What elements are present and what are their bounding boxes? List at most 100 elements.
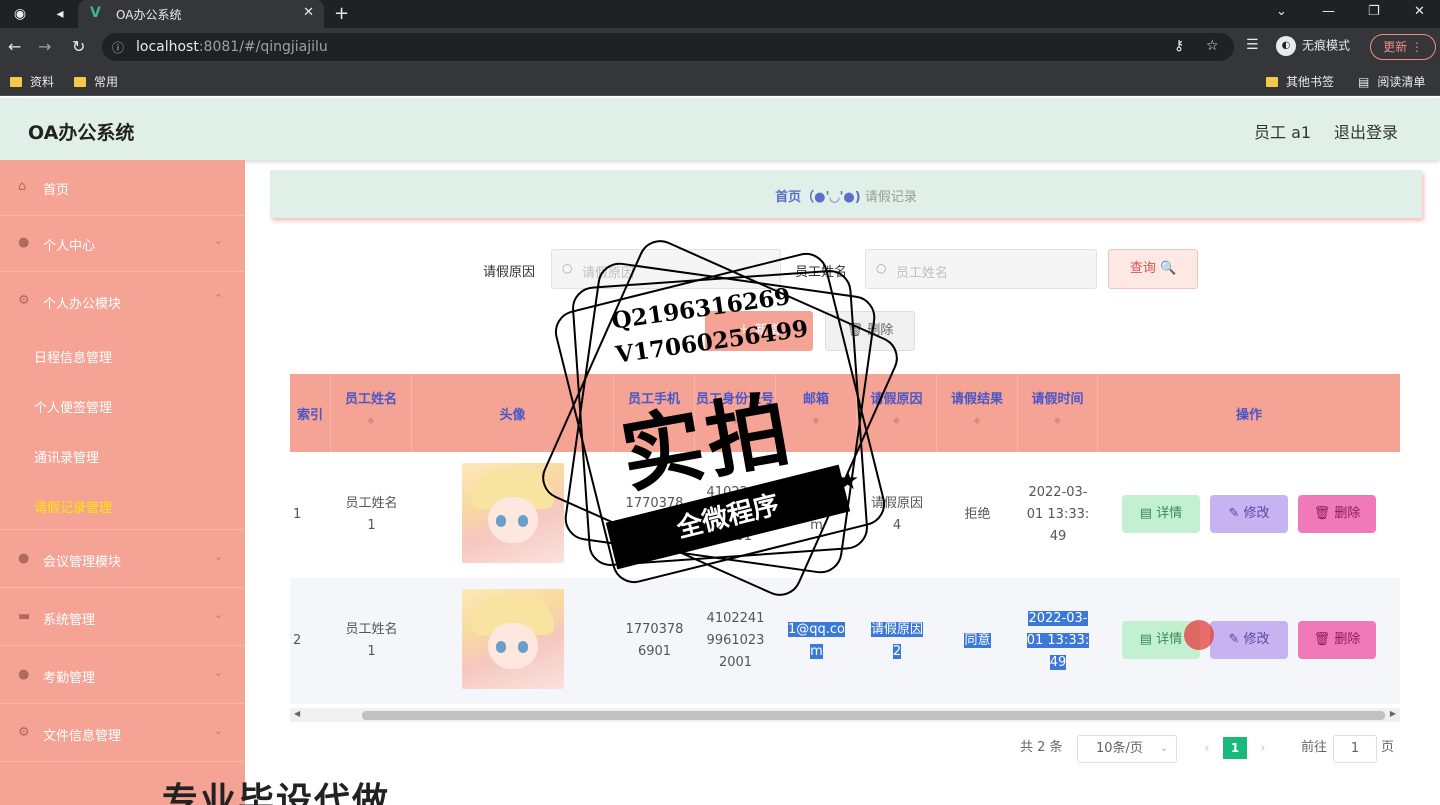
bookmark-folder[interactable]: 常用 [74, 73, 118, 90]
page-size-select[interactable]: 10条/页 ⌄ [1077, 735, 1177, 763]
reason-label: 请假原因 [483, 265, 536, 280]
sidebar-item-label: 个人中心 [43, 239, 96, 254]
incognito-icon: ◐ [1276, 36, 1296, 56]
bottom-banner: 专业毕设代做 [162, 781, 391, 805]
reason-placeholder: 请假原因 [582, 266, 635, 281]
vue-logo-icon: V [90, 5, 101, 21]
column-header[interactable]: 员工姓名 ◆ [331, 374, 412, 452]
cell-avatar [412, 578, 614, 704]
sidebar-subitem-schedule[interactable]: 日程信息管理 [0, 330, 245, 380]
url-text: localhost:8081/#/qingjiajilu [136, 39, 328, 55]
settings-icon: ⚙ [18, 725, 30, 740]
column-header: 操作 [1235, 408, 1262, 423]
column-header[interactable]: 头像 [412, 374, 614, 452]
close-window-icon[interactable]: ✕ [1414, 4, 1425, 19]
cell-time: 2022-03-01 13:33:49 [1026, 485, 1090, 544]
sidebar-item-office-module[interactable]: ⚙ 个人办公模块 ⌃ [0, 274, 245, 330]
page-suffix: 页 [1381, 740, 1395, 755]
sidebar-item-files[interactable]: ⚙ 文件信息管理 ⌄ [0, 706, 245, 762]
audio-icon[interactable]: ◂ [48, 3, 72, 25]
minimize-icon[interactable]: — [1322, 4, 1335, 19]
cell-result: 拒绝 [964, 507, 991, 522]
bookmarks-bar: 资料 常用 其他书签 ▤ 阅读清单 [0, 66, 1440, 96]
sidebar-item-attendance[interactable]: ● 考勤管理 ⌄ [0, 648, 245, 704]
main-content: 请假原因 ○ 请假原因 员工姓名 ○ 员工姓名 查询 🔍 ＋ 新增 🗑 删除 索… [285, 233, 1421, 778]
horizontal-scrollbar[interactable]: ◀ ▶ [290, 708, 1400, 722]
reason-search-input[interactable]: ○ 请假原因 [551, 249, 781, 289]
page-number[interactable]: 1 [1223, 737, 1247, 759]
cell-avatar [412, 452, 614, 578]
cell-email: 1@qq.com [787, 496, 845, 533]
sidebar-subitem-leave-records[interactable]: 请假记录管理 [0, 480, 245, 530]
sidebar-subitem-notes[interactable]: 个人便签管理 [0, 380, 245, 430]
column-header[interactable]: 请假时间 ◆ [1018, 374, 1098, 452]
delete-button[interactable]: 🗑 删除 [1298, 621, 1376, 659]
back-icon[interactable]: ← [8, 37, 21, 56]
reading-list[interactable]: ▤ 阅读清单 [1358, 73, 1425, 90]
update-button[interactable]: 更新 ⋮ [1370, 34, 1436, 60]
sidebar-item-meeting-module[interactable]: ● 会议管理模块 ⌄ [0, 532, 245, 588]
batch-delete-button[interactable]: 🗑 删除 [825, 311, 915, 351]
cell-result: 同意 [964, 633, 991, 648]
bookmark-folder[interactable]: 资料 [10, 73, 54, 90]
sidebar-item-home[interactable]: ⌂ 首页 [0, 160, 245, 216]
scroll-left-icon[interactable]: ◀ [294, 709, 300, 718]
browser-tab[interactable]: V OA办公系统 ✕ [78, 0, 324, 28]
cell-idcard: 410224199610232001 [706, 485, 765, 544]
delete-button[interactable]: 🗑 删除 [1298, 495, 1376, 533]
site-info-icon[interactable]: ⓘ [112, 39, 124, 56]
name-search-input[interactable]: ○ 员工姓名 [865, 249, 1097, 289]
scroll-right-icon[interactable]: ▶ [1390, 709, 1396, 718]
sidebar-subitem-contacts[interactable]: 通讯录管理 [0, 430, 245, 480]
sidebar-subitem-label: 个人便签管理 [34, 401, 113, 416]
query-button[interactable]: 查询 🔍 [1108, 249, 1198, 289]
settings-icon: ⚙ [18, 293, 30, 308]
cell-index: 1 [293, 507, 302, 522]
logout-link[interactable]: 退出登录 [1334, 119, 1398, 143]
breadcrumb-current: 请假记录 [864, 190, 917, 205]
close-tab-icon[interactable]: ✕ [303, 5, 314, 20]
trash-icon: 🗑 [1313, 506, 1331, 521]
forward-icon[interactable]: → [38, 37, 51, 56]
bookmark-star-icon[interactable]: ☆ [1206, 38, 1219, 54]
name-label: 员工姓名 [795, 265, 848, 280]
add-button[interactable]: ＋ 新增 [705, 311, 813, 351]
prev-page-icon[interactable]: ‹ [1195, 737, 1219, 759]
other-bookmarks[interactable]: 其他书签 [1266, 73, 1334, 90]
key-icon[interactable]: ⚷ [1174, 38, 1184, 54]
app-title: OA办公系统 [28, 122, 135, 144]
sidebar-subitem-label: 日程信息管理 [34, 351, 113, 366]
column-header[interactable]: 员工身份证号 ◆ [695, 374, 776, 452]
trash-icon: 🗑 [1313, 632, 1331, 647]
edit-button[interactable]: ✎ 修改 [1210, 495, 1288, 533]
restore-icon[interactable]: ❐ [1368, 4, 1380, 19]
next-page-icon[interactable]: › [1251, 737, 1275, 759]
breadcrumb-home[interactable]: 首页（●'◡'●) [775, 190, 861, 205]
column-header[interactable]: 员工手机 ◆ [614, 374, 695, 452]
message-icon: ▬ [18, 609, 31, 624]
scrollbar-thumb[interactable] [362, 711, 1385, 720]
globe-icon[interactable]: ◉ [8, 3, 32, 25]
new-tab-icon[interactable]: + [334, 3, 349, 24]
reading-list-icon[interactable]: ☰ [1246, 37, 1259, 53]
edit-button[interactable]: ✎ 修改 [1210, 621, 1288, 659]
table-row: 2 员工姓名1 17703786901 410224199610232001 1… [290, 578, 1400, 704]
column-header[interactable]: 请假结果 ◆ [937, 374, 1018, 452]
column-header[interactable]: 邮箱 ◆ [776, 374, 857, 452]
column-header[interactable]: 请假原因 ◆ [857, 374, 937, 452]
app-header: OA办公系统 员工 a1 退出登录 [0, 98, 1440, 160]
sidebar-item-system[interactable]: ▬ 系统管理 ⌄ [0, 590, 245, 646]
sidebar-item-personal-center[interactable]: ● 个人中心 ⌄ [0, 216, 245, 272]
chevron-up-icon: ⌃ [213, 292, 223, 305]
incognito-indicator[interactable]: ◐ 无痕模式 [1276, 36, 1350, 56]
goto-page-input[interactable]: 1 [1333, 735, 1377, 763]
url-field[interactable]: ⓘ localhost:8081/#/qingjiajilu ⚷ ☆ [102, 33, 1234, 61]
folder-icon [1266, 77, 1278, 87]
current-user: 员工 a1 [1254, 123, 1312, 142]
detail-button[interactable]: ▤ 详情 [1122, 495, 1200, 533]
tab-search-icon[interactable]: ⌄ [1276, 4, 1287, 19]
folder-icon [74, 77, 86, 87]
chevron-down-icon: ⌄ [213, 608, 223, 621]
reload-icon[interactable]: ↻ [72, 37, 85, 56]
cell-email: 1@qq.com [787, 622, 845, 659]
